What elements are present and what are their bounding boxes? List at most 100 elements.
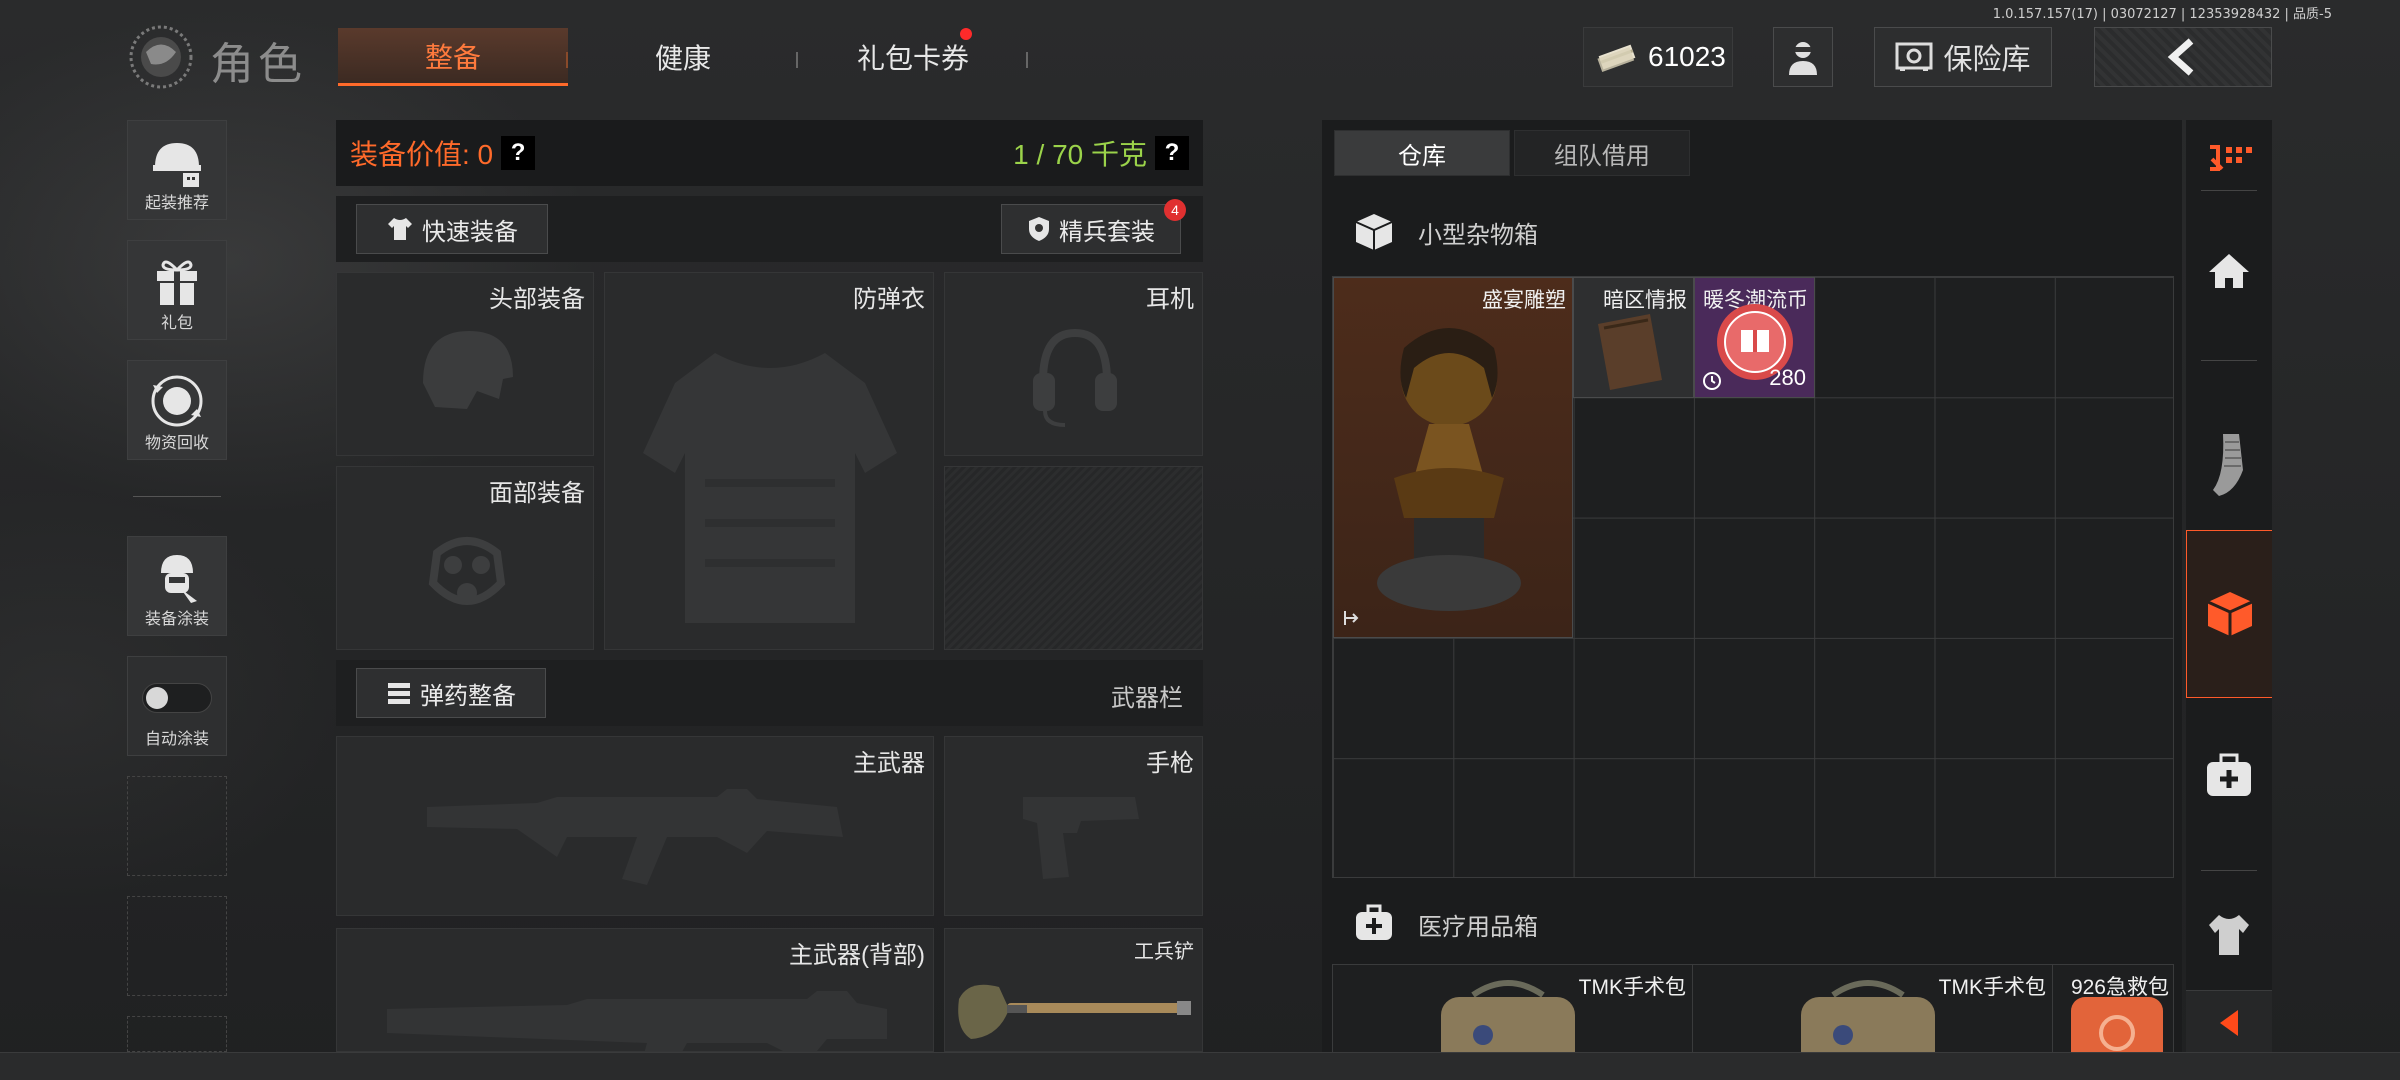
safe-icon xyxy=(1895,42,1933,71)
weight-help-button[interactable]: ? xyxy=(1155,136,1189,170)
tab-equip[interactable]: 整备 xyxy=(338,28,568,86)
item-feast-sculpture[interactable]: 盛宴雕塑 xyxy=(1333,277,1573,638)
equipment-weight: 1 / 70 千克 ? xyxy=(1013,133,1189,173)
weapon-bar: 弹药整备 武器栏 xyxy=(336,660,1203,726)
helmet-icon xyxy=(423,331,513,409)
tab-gift-coupons[interactable]: 礼包卡券 xyxy=(798,28,1028,86)
rnav-storage-button[interactable] xyxy=(2186,530,2272,698)
auto-paint-toggle[interactable] xyxy=(142,683,212,713)
bust-sculpture-icon xyxy=(1377,328,1521,611)
equipment-value: 装备价值: 0 ? xyxy=(350,133,536,173)
item-dark-zone-intel[interactable]: 暗区情报 xyxy=(1573,277,1694,398)
sidebar-divider xyxy=(133,496,221,497)
slot-head[interactable]: 头部装备 xyxy=(336,272,594,456)
rnav-medical-button[interactable] xyxy=(2186,710,2272,840)
crate-active-icon xyxy=(2206,592,2253,636)
item-label: TMK手术包 xyxy=(1578,976,1686,999)
slot-primary-weapon[interactable]: 主武器 xyxy=(336,736,934,916)
medical-case-icon xyxy=(1356,904,1392,940)
top-tabs: 整备 健康 礼包卡券 xyxy=(338,28,1028,86)
sidebar-item-recycle[interactable]: 物资回收 xyxy=(127,360,227,460)
slot-primary-label: 主武器 xyxy=(853,750,925,777)
item-926-first-aid[interactable]: 926急救包 xyxy=(2053,965,2173,1060)
operator-icon xyxy=(1789,42,1817,75)
rnav-apparel-button[interactable] xyxy=(2186,890,2272,980)
notification-dot xyxy=(960,28,972,40)
sundries-box-label: 小型杂物箱 xyxy=(1418,221,1538,249)
shovel-icon xyxy=(958,984,1191,1039)
rnav-layout-button[interactable] xyxy=(2186,130,2272,184)
operator-button[interactable] xyxy=(1773,27,1833,87)
item-tmk-surgery-kit-2[interactable]: TMK手术包 xyxy=(1693,965,2053,1060)
slot-face-label: 面部装备 xyxy=(489,480,585,507)
exit-icon xyxy=(1344,611,1359,625)
rnav-separator xyxy=(2201,190,2257,191)
sidebar-item-equip-paint[interactable]: 装备涂装 xyxy=(127,536,227,636)
back-button[interactable] xyxy=(2094,27,2272,87)
soldier-paint-icon xyxy=(161,555,197,603)
rnav-separator xyxy=(2201,870,2257,871)
toggle-knob xyxy=(146,687,168,709)
sidebar-item-recommend[interactable]: 起装推荐 xyxy=(127,120,227,220)
sidebar-item-label: 物资回收 xyxy=(144,435,209,452)
slot-shovel[interactable]: 工兵铲 xyxy=(944,928,1203,1052)
rnav-magazine-button[interactable] xyxy=(2186,390,2272,540)
home-icon xyxy=(2209,254,2249,288)
sundries-grid: 盛宴雕塑 暗区情报 暖冬潮流币 280 xyxy=(1332,276,2174,878)
slot-pistol-label: 手枪 xyxy=(1146,750,1194,777)
medical-grid: TMK手术包 TMK手术包 926急救包 xyxy=(1332,964,2174,1060)
ammo-prep-label: 弹药整备 xyxy=(420,682,516,710)
slot-primary-weapon-back[interactable]: 主武器(背部) xyxy=(336,928,934,1052)
right-nav xyxy=(2186,120,2272,1060)
armor-vest-icon xyxy=(643,353,897,623)
value-help-button[interactable]: ? xyxy=(501,136,536,170)
slot-armor[interactable]: 防弹衣 xyxy=(604,272,934,650)
slot-headset-label: 耳机 xyxy=(1146,286,1194,313)
tab-team-borrow[interactable]: 组队借用 xyxy=(1514,130,1690,176)
tab-health-label: 健康 xyxy=(654,43,711,74)
rifle-back-icon xyxy=(387,991,887,1051)
slot-face[interactable]: 面部装备 xyxy=(336,466,594,650)
tab-gift-coupons-label: 礼包卡券 xyxy=(856,43,969,74)
page-title: 角色 xyxy=(210,40,306,89)
tab-separator xyxy=(1026,52,1028,68)
sidebar-item-label: 自动涂装 xyxy=(144,731,209,748)
weapon-bar-label: 武器栏 xyxy=(1111,685,1183,712)
rifle-icon xyxy=(427,789,843,885)
tab-health[interactable]: 健康 xyxy=(568,28,798,86)
rnav-collapse-button[interactable] xyxy=(2186,990,2272,1054)
currency-display[interactable]: 61023 xyxy=(1583,27,1733,87)
layout-grid-icon xyxy=(2210,145,2252,171)
sundries-box-header[interactable]: 小型杂物箱 xyxy=(1352,210,1538,254)
storage-panel: 仓库 组队借用 小型杂物箱 盛宴雕塑 暗区情报 暖冬潮流币 280 医疗用品箱 … xyxy=(1322,120,2182,1060)
item-label: TMK手术包 xyxy=(1938,976,2046,999)
item-tmk-surgery-kit[interactable]: TMK手术包 xyxy=(1333,965,1693,1060)
slot-headset[interactable]: 耳机 xyxy=(944,272,1203,456)
medical-box-header[interactable]: 医疗用品箱 xyxy=(1352,902,1538,946)
equipment-value-bar: 装备价值: 0 ? 1 / 70 千克 ? xyxy=(336,120,1203,186)
equipment-control-bar: 快速装备 精兵套装 4 xyxy=(336,196,1203,262)
slot-pistol[interactable]: 手枪 xyxy=(944,736,1203,916)
elite-set-button[interactable]: 精兵套装 4 xyxy=(1001,199,1186,254)
safe-label: 保险库 xyxy=(1943,44,2031,76)
tab-warehouse[interactable]: 仓库 xyxy=(1334,130,1510,176)
sidebar-item-auto-paint[interactable]: 自动涂装 xyxy=(127,656,227,756)
ammo-prep-button[interactable]: 弹药整备 xyxy=(356,668,546,718)
sidebar-empty-slot xyxy=(127,776,227,876)
chevron-left-icon xyxy=(2167,38,2194,76)
quick-equip-label: 快速装备 xyxy=(422,218,518,246)
equipment-value-label: 装备价值: 0 xyxy=(350,139,494,170)
sidebar-item-label: 装备涂装 xyxy=(144,611,209,628)
intel-book-icon xyxy=(1598,314,1662,390)
safe-button[interactable]: 保险库 xyxy=(1874,27,2052,87)
item-count: 280 xyxy=(1769,365,1806,390)
sidebar-item-gift[interactable]: 礼包 xyxy=(127,240,227,340)
rnav-home-button[interactable] xyxy=(2186,210,2272,330)
sidebar-item-label: 起装推荐 xyxy=(144,195,209,212)
quick-equip-button[interactable]: 快速装备 xyxy=(356,204,548,254)
slot-head-label: 头部装备 xyxy=(489,286,585,313)
cash-icon xyxy=(1597,44,1636,72)
bottom-bar xyxy=(0,1052,2400,1080)
sidebar-empty-slot xyxy=(127,896,227,996)
item-winter-coin[interactable]: 暖冬潮流币 280 xyxy=(1694,277,1815,398)
